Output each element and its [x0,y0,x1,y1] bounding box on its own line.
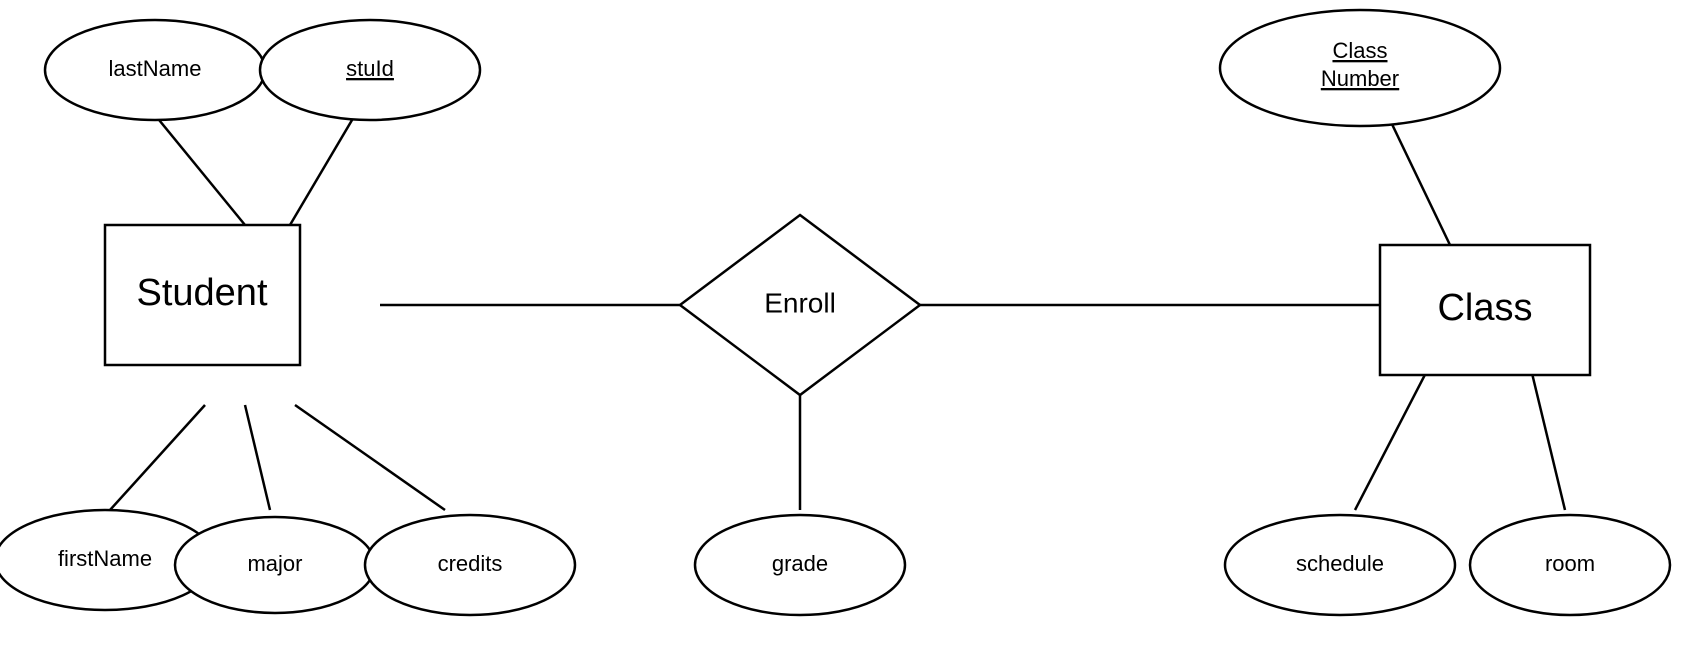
line-classNumber-class [1390,120,1450,245]
er-diagram: lastName stuId firstName major credits g… [0,0,1705,649]
label-stuId: stuId [346,56,394,81]
line-class-room [1530,365,1565,510]
label-firstName: firstName [58,546,152,571]
label-credits: credits [438,551,503,576]
line-student-credits [295,405,445,510]
label-major: major [247,551,302,576]
label-enroll: Enroll [764,287,836,318]
label-classNumber-line1: Class [1332,38,1387,63]
label-student: Student [137,272,268,314]
label-lastName: lastName [109,56,202,81]
line-lastName-student [155,115,245,225]
label-schedule: schedule [1296,551,1384,576]
line-stuId-student [290,115,355,225]
line-class-schedule [1355,365,1430,510]
label-room: room [1545,551,1595,576]
line-student-major [245,405,270,510]
label-class: Class [1437,287,1532,329]
label-classNumber-line2: Number [1321,66,1399,91]
line-student-firstName [110,405,205,510]
label-grade: grade [772,551,828,576]
